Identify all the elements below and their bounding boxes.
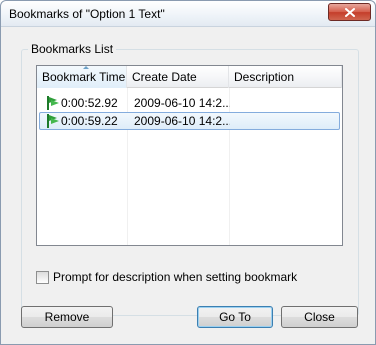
bookmark-time: 0:00:52.92: [61, 96, 118, 110]
dialog-body: Bookmarks List Bookmark Time Create Date…: [4, 27, 372, 342]
description: [236, 95, 336, 111]
group-label: Bookmarks List: [28, 42, 117, 56]
table-row[interactable]: 0:00:59.22 2009-06-10 14:2...: [39, 112, 340, 130]
prompt-description-checkbox[interactable]: [36, 271, 49, 284]
list-header: Bookmark Time Create Date Description: [37, 66, 342, 88]
column-header-create-date[interactable]: Create Date: [127, 66, 229, 88]
go-to-button[interactable]: Go To: [197, 306, 273, 328]
column-header-description[interactable]: Description: [229, 66, 342, 88]
table-row[interactable]: 0:00:52.92 2009-06-10 14:2...: [39, 94, 340, 112]
sort-ascending-icon: [83, 66, 89, 69]
close-icon: [344, 7, 355, 17]
remove-button[interactable]: Remove: [21, 306, 113, 328]
column-label: Bookmark Time: [42, 70, 126, 84]
close-button[interactable]: Close: [281, 306, 358, 328]
prompt-description-label[interactable]: Prompt for description when setting book…: [53, 270, 297, 284]
bookmark-flag-icon: [47, 96, 59, 110]
bookmarks-dialog: Bookmarks of "Option 1 Text" Bookmarks L…: [0, 0, 376, 345]
column-header-bookmark-time[interactable]: Bookmark Time: [37, 66, 127, 88]
title-bar[interactable]: Bookmarks of "Option 1 Text": [1, 1, 375, 27]
create-date: 2009-06-10 14:2...: [134, 114, 230, 128]
create-date: 2009-06-10 14:2...: [134, 96, 230, 110]
bookmarks-list[interactable]: Bookmark Time Create Date Description 0:…: [36, 65, 343, 246]
bookmark-time: 0:00:59.22: [61, 114, 118, 128]
window-title: Bookmarks of "Option 1 Text": [9, 7, 165, 21]
column-label: Description: [234, 70, 295, 84]
bookmarks-group: Bookmarks List Bookmark Time Create Date…: [21, 42, 359, 316]
description: [236, 113, 336, 129]
bookmark-flag-icon: [47, 114, 59, 128]
window-close-button[interactable]: [328, 3, 371, 21]
column-label: Create Date: [132, 70, 197, 84]
